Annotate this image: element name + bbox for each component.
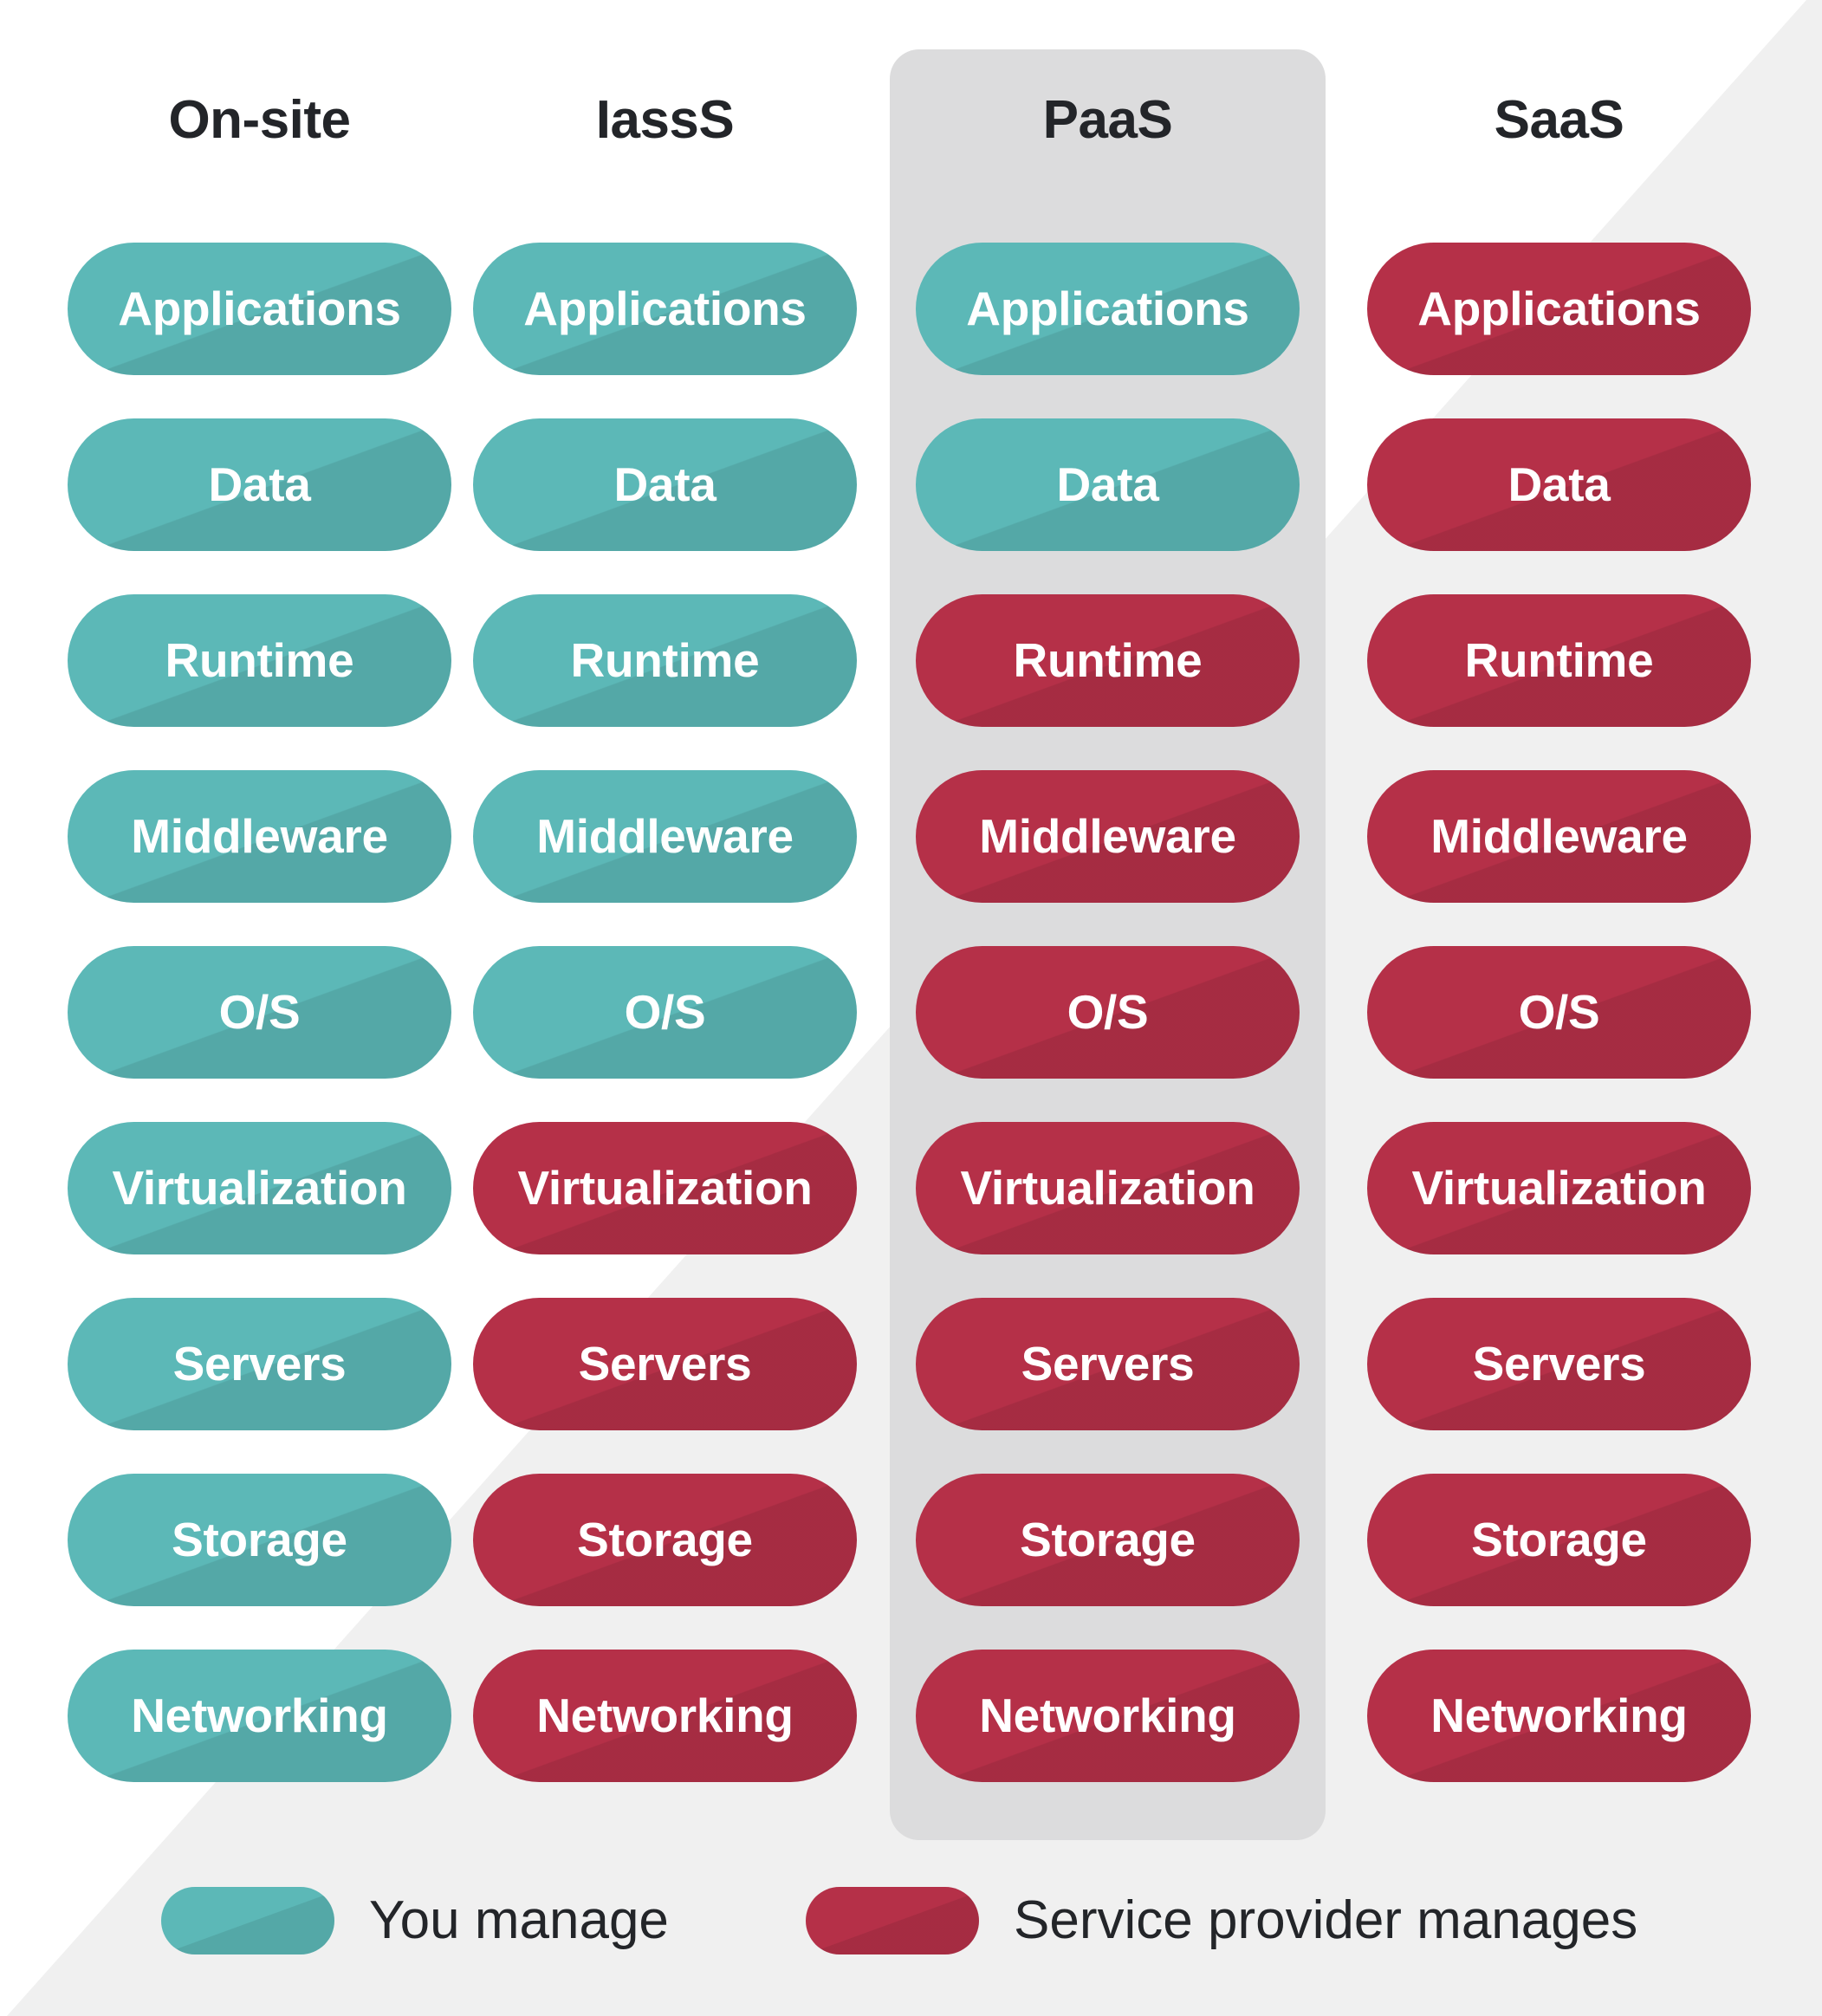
pill-saas-middleware[interactable]: Middleware	[1367, 770, 1751, 903]
pill-paas-runtime[interactable]: Runtime	[916, 594, 1300, 727]
legend-label-you-manage: You manage	[369, 1890, 669, 1950]
pill-label: O/S	[624, 985, 706, 1039]
pill-label: Storage	[577, 1513, 753, 1566]
pill-label: Applications	[523, 282, 807, 335]
legend-swatch-service-provider-manages	[806, 1887, 979, 1954]
pill-label: Virtualization	[960, 1161, 1255, 1215]
pill-label: Runtime	[1013, 633, 1203, 687]
pill-label: Servers	[578, 1337, 752, 1390]
column-header-on-site: On-site	[168, 90, 351, 150]
pill-iass-storage[interactable]: Storage	[473, 1474, 857, 1606]
legend-label-service-provider-manages: Service provider manages	[1014, 1890, 1638, 1950]
pill-label: Data	[613, 457, 716, 511]
pill-label: Servers	[1021, 1337, 1195, 1390]
pill-iass-os[interactable]: O/S	[473, 946, 857, 1079]
pill-label: Middleware	[1430, 809, 1688, 863]
pill-iass-virtualization[interactable]: Virtualization	[473, 1122, 857, 1254]
pill-label: Middleware	[131, 809, 388, 863]
pill-stack-iass: Applications Data Runtime Middleware O/S…	[473, 243, 857, 1782]
legend: You manage Service provider manages	[0, 1887, 1822, 2008]
pill-on-site-os[interactable]: O/S	[68, 946, 451, 1079]
pill-saas-data[interactable]: Data	[1367, 418, 1751, 551]
pill-stack-saas: Applications Data Runtime Middleware O/S…	[1367, 243, 1751, 1782]
pill-label: O/S	[218, 985, 301, 1039]
pill-label: Data	[208, 457, 311, 511]
pill-label: Data	[1508, 457, 1611, 511]
pill-on-site-data[interactable]: Data	[68, 418, 451, 551]
pill-paas-storage[interactable]: Storage	[916, 1474, 1300, 1606]
pill-label: Servers	[172, 1337, 347, 1390]
column-header-iass: IassS	[595, 90, 735, 150]
pill-iass-data[interactable]: Data	[473, 418, 857, 551]
pill-paas-data[interactable]: Data	[916, 418, 1300, 551]
columns-container: On-site Applications Data Runtime Middle…	[0, 0, 1822, 2016]
pill-on-site-applications[interactable]: Applications	[68, 243, 451, 375]
pill-iass-applications[interactable]: Applications	[473, 243, 857, 375]
legend-swatch-you-manage	[161, 1887, 334, 1954]
pill-saas-os[interactable]: O/S	[1367, 946, 1751, 1079]
pill-iass-middleware[interactable]: Middleware	[473, 770, 857, 903]
pill-label: Runtime	[570, 633, 760, 687]
pill-saas-networking[interactable]: Networking	[1367, 1650, 1751, 1782]
pill-label: Runtime	[165, 633, 354, 687]
pill-paas-virtualization[interactable]: Virtualization	[916, 1122, 1300, 1254]
pill-label: Data	[1056, 457, 1159, 511]
pill-iass-servers[interactable]: Servers	[473, 1298, 857, 1430]
pill-label: Applications	[118, 282, 401, 335]
diagram-canvas: On-site Applications Data Runtime Middle…	[0, 0, 1822, 2016]
pill-stack-paas: Applications Data Runtime Middleware O/S…	[916, 243, 1300, 1782]
pill-stack-on-site: Applications Data Runtime Middleware O/S…	[68, 243, 451, 1782]
pill-on-site-runtime[interactable]: Runtime	[68, 594, 451, 727]
pill-on-site-middleware[interactable]: Middleware	[68, 770, 451, 903]
pill-on-site-storage[interactable]: Storage	[68, 1474, 451, 1606]
pill-label: Servers	[1472, 1337, 1646, 1390]
pill-label: Applications	[1417, 282, 1701, 335]
pill-saas-storage[interactable]: Storage	[1367, 1474, 1751, 1606]
pill-saas-servers[interactable]: Servers	[1367, 1298, 1751, 1430]
pill-label: Middleware	[979, 809, 1236, 863]
column-header-paas: PaaS	[1042, 90, 1173, 150]
pill-label: Storage	[1471, 1513, 1647, 1566]
pill-paas-servers[interactable]: Servers	[916, 1298, 1300, 1430]
pill-saas-runtime[interactable]: Runtime	[1367, 594, 1751, 727]
pill-on-site-servers[interactable]: Servers	[68, 1298, 451, 1430]
legend-item-service-provider-manages: Service provider manages	[806, 1887, 1637, 1954]
pill-label: Networking	[1430, 1689, 1688, 1742]
legend-item-you-manage: You manage	[161, 1887, 669, 1954]
pill-paas-os[interactable]: O/S	[916, 946, 1300, 1079]
pill-label: Applications	[966, 282, 1249, 335]
pill-label: Networking	[979, 1689, 1236, 1742]
pill-label: O/S	[1518, 985, 1600, 1039]
pill-saas-virtualization[interactable]: Virtualization	[1367, 1122, 1751, 1254]
pill-label: Storage	[1020, 1513, 1196, 1566]
pill-paas-applications[interactable]: Applications	[916, 243, 1300, 375]
pill-label: Virtualization	[112, 1161, 407, 1215]
pill-on-site-virtualization[interactable]: Virtualization	[68, 1122, 451, 1254]
pill-label: Networking	[536, 1689, 794, 1742]
pill-label: Runtime	[1464, 633, 1654, 687]
pill-iass-networking[interactable]: Networking	[473, 1650, 857, 1782]
column-header-saas: SaaS	[1494, 90, 1624, 150]
pill-label: Virtualization	[517, 1161, 813, 1215]
pill-label: Networking	[131, 1689, 388, 1742]
pill-iass-runtime[interactable]: Runtime	[473, 594, 857, 727]
pill-label: Storage	[172, 1513, 347, 1566]
pill-on-site-networking[interactable]: Networking	[68, 1650, 451, 1782]
pill-saas-applications[interactable]: Applications	[1367, 243, 1751, 375]
pill-label: Middleware	[536, 809, 794, 863]
pill-label: Virtualization	[1411, 1161, 1707, 1215]
pill-label: O/S	[1067, 985, 1149, 1039]
pill-paas-networking[interactable]: Networking	[916, 1650, 1300, 1782]
pill-paas-middleware[interactable]: Middleware	[916, 770, 1300, 903]
